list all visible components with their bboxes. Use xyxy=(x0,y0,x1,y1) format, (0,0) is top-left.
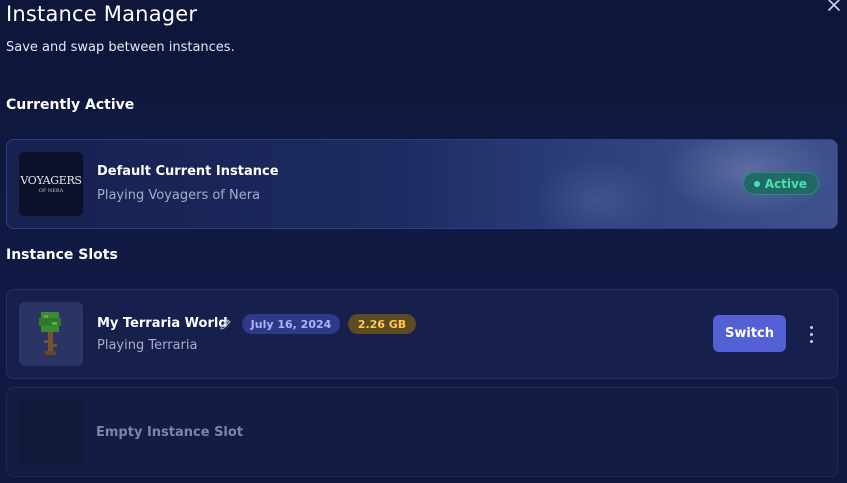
logo-title: VOYAGERS xyxy=(20,174,82,187)
logo-subtitle: OF NERA xyxy=(38,188,64,194)
pencil-icon[interactable] xyxy=(219,318,232,331)
voyagers-logo: VOYAGERS OF NERA xyxy=(19,152,83,216)
empty-slot-thumbnail xyxy=(19,400,83,464)
page-subtitle: Save and swap between instances. xyxy=(6,40,235,55)
more-options-icon[interactable] xyxy=(801,320,821,348)
instance-status: Playing Voyagers of Nera xyxy=(97,188,261,203)
close-icon[interactable] xyxy=(825,0,843,14)
switch-button[interactable]: Switch xyxy=(713,315,786,352)
active-instance-card: VOYAGERS OF NERA Default Current Instanc… xyxy=(6,139,838,229)
terraria-tree-icon xyxy=(39,312,61,355)
page-title: Instance Manager xyxy=(6,2,198,26)
section-label-instance-slots: Instance Slots xyxy=(6,247,118,263)
empty-instance-slot[interactable]: Empty Instance Slot xyxy=(6,387,838,477)
terraria-thumbnail xyxy=(19,302,83,366)
size-badge: 2.26 GB xyxy=(348,314,416,334)
slot-status: Playing Terraria xyxy=(97,338,198,353)
instance-slot-card: My Terraria World July 16, 2024 2.26 GB … xyxy=(6,289,838,379)
instance-manager-dialog: Instance Manager Save and swap between i… xyxy=(0,0,847,483)
slot-name: My Terraria World xyxy=(97,316,228,331)
empty-slot-label: Empty Instance Slot xyxy=(96,425,244,440)
section-label-currently-active: Currently Active xyxy=(6,97,135,113)
status-dot-icon xyxy=(753,180,760,187)
active-status-badge: Active xyxy=(742,172,819,195)
active-badge-label: Active xyxy=(764,176,807,191)
instance-name: Default Current Instance xyxy=(97,164,279,179)
date-badge: July 16, 2024 xyxy=(242,314,340,334)
